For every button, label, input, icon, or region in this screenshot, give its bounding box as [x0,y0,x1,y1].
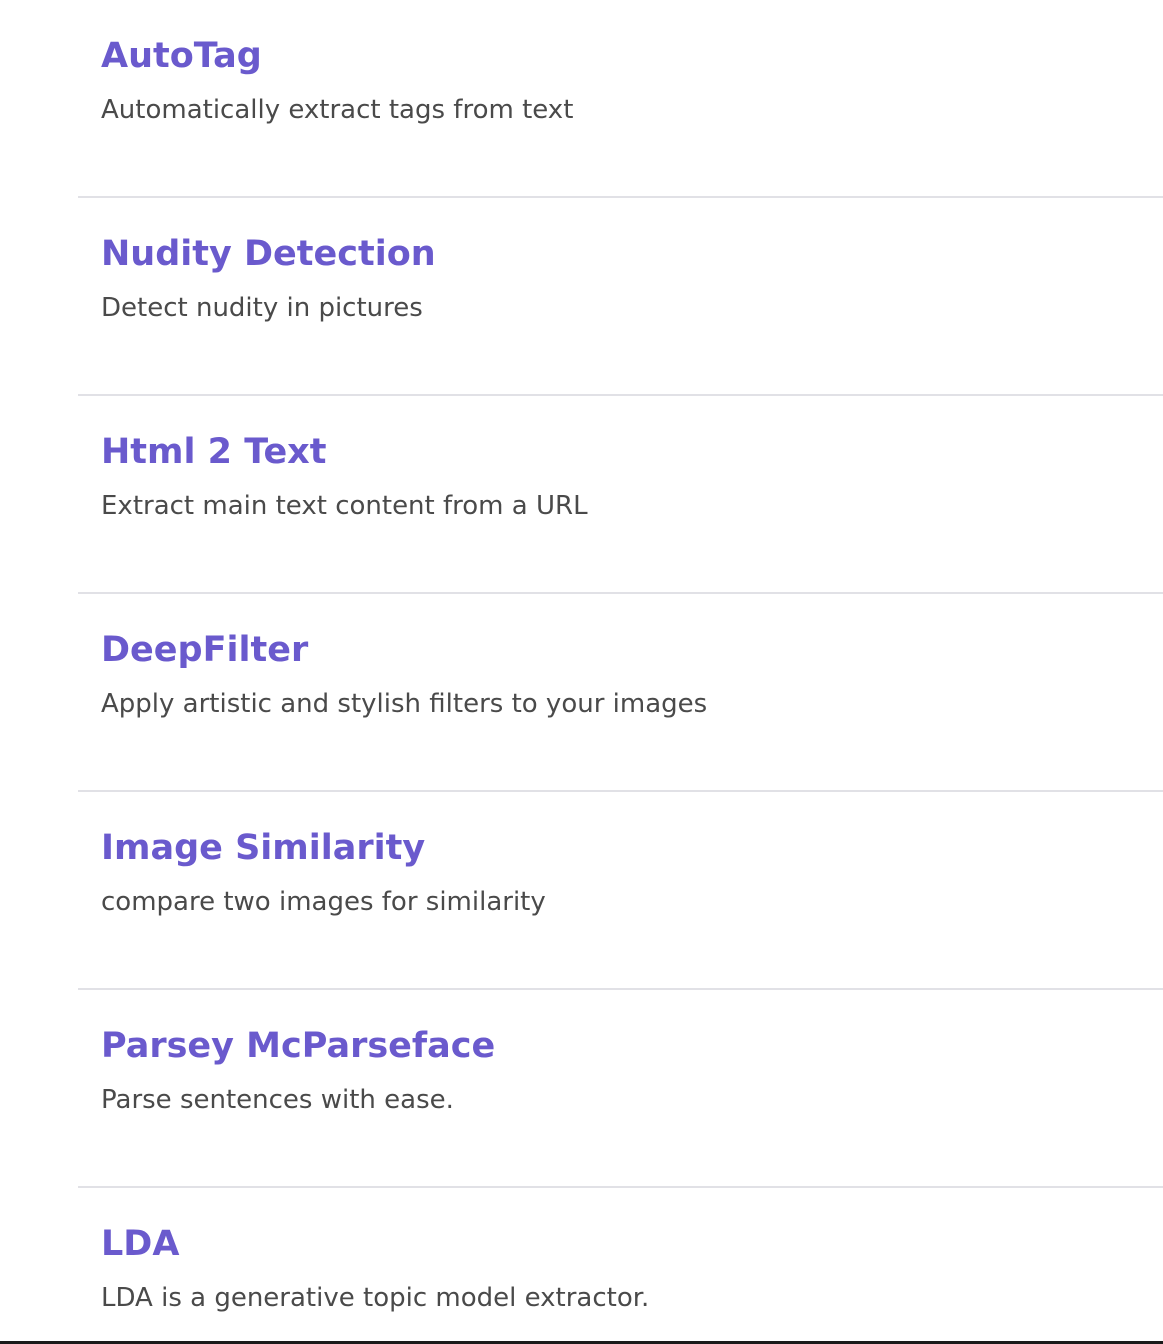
service-title-link[interactable]: Html 2 Text [101,430,326,474]
service-title-link[interactable]: Image Similarity [101,826,425,870]
list-item: Html 2 Text Extract main text content fr… [78,396,1163,594]
service-description: compare two images for similarity [101,887,546,917]
list-item: AutoTag Automatically extract tags from … [78,0,1163,198]
service-description: Extract main text content from a URL [101,491,588,521]
service-description: Apply artistic and stylish filters to yo… [101,689,708,719]
list-item: Image Similarity compare two images for … [78,792,1163,990]
list-item: DeepFilter Apply artistic and stylish fi… [78,594,1163,792]
service-description: Detect nudity in pictures [101,293,423,323]
service-list: AutoTag Automatically extract tags from … [78,0,1163,1344]
service-title-link[interactable]: AutoTag [101,34,262,78]
service-title-link[interactable]: Nudity Detection [101,232,436,276]
list-item: Parsey McParseface Parse sentences with … [78,990,1163,1188]
service-title-link[interactable]: DeepFilter [101,628,308,672]
service-description: LDA is a generative topic model extracto… [101,1283,650,1313]
list-item: Nudity Detection Detect nudity in pictur… [78,198,1163,396]
service-description: Parse sentences with ease. [101,1085,454,1115]
list-item: LDA LDA is a generative topic model extr… [78,1188,1163,1344]
service-title-link[interactable]: LDA [101,1222,179,1266]
services-page: AutoTag Automatically extract tags from … [0,0,1163,1344]
service-title-link[interactable]: Parsey McParseface [101,1024,495,1068]
service-description: Automatically extract tags from text [101,95,574,125]
